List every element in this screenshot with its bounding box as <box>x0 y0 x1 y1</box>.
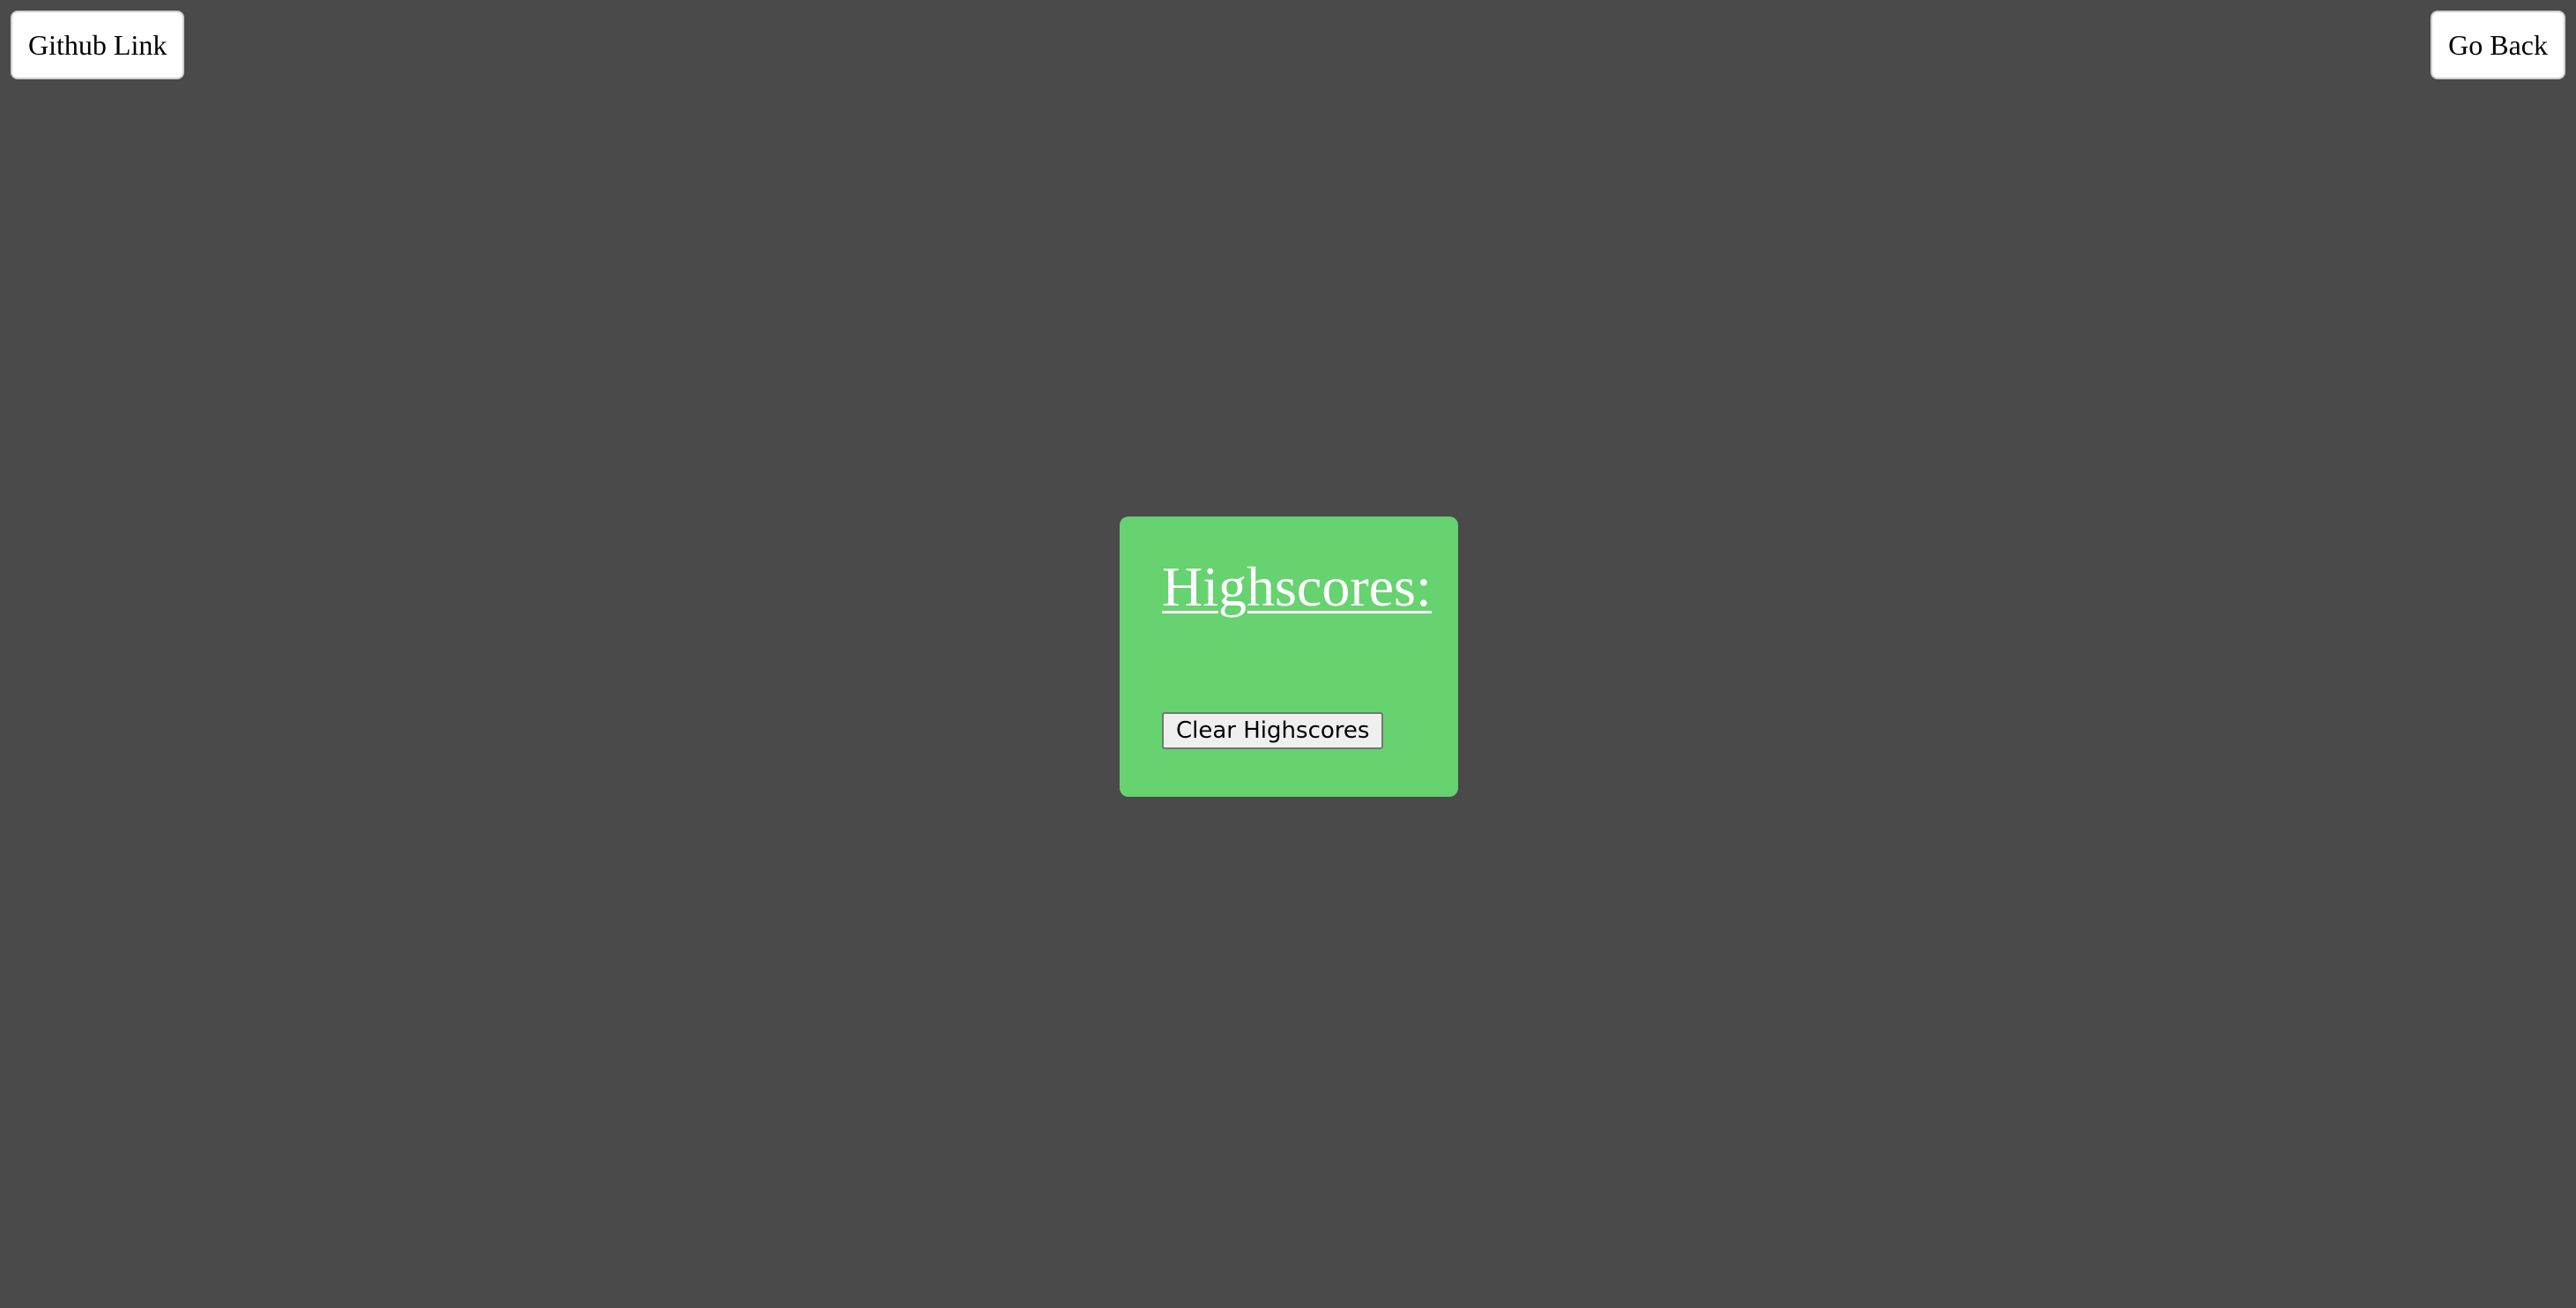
github-link[interactable]: Github Link <box>11 11 185 79</box>
clear-highscores-button[interactable]: Clear Highscores <box>1162 712 1384 749</box>
highscores-card: Highscores: Clear Highscores <box>1120 517 1458 797</box>
go-back-button[interactable]: Go Back <box>2431 11 2565 79</box>
highscores-title: Highscores: <box>1162 555 1432 618</box>
